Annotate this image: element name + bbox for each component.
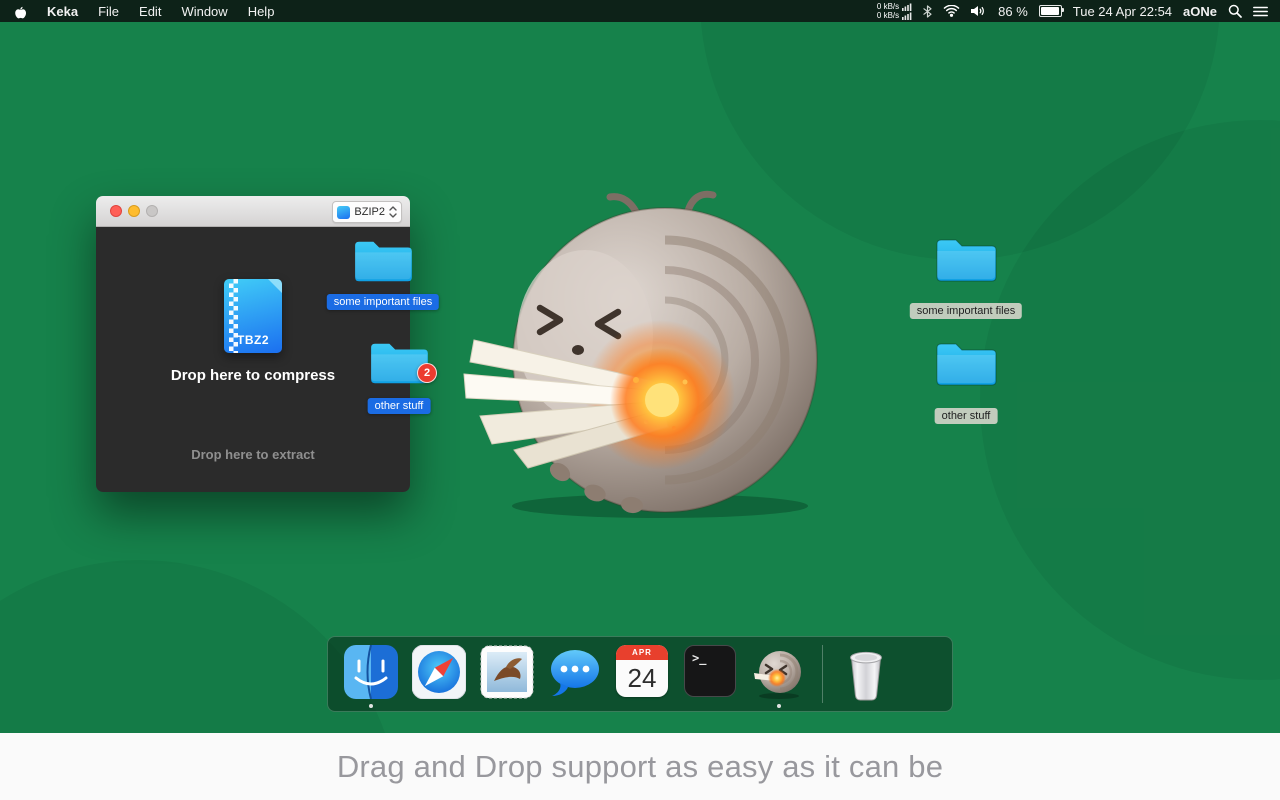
dock-trash-icon[interactable] bbox=[839, 645, 893, 701]
desktop-folder-some-important-files[interactable] bbox=[934, 234, 998, 291]
desktop-folder-other-stuff[interactable] bbox=[934, 338, 998, 395]
menu-edit[interactable]: Edit bbox=[139, 4, 161, 19]
format-dropdown[interactable]: BZIP2 bbox=[332, 201, 402, 223]
dock-keka-icon[interactable] bbox=[752, 645, 806, 708]
spotlight-search-icon[interactable] bbox=[1228, 4, 1242, 18]
battery-fill bbox=[1040, 7, 1059, 15]
menu-bar: Keka File Edit Window Help 0 kB/s 0 kB/s bbox=[0, 0, 1280, 22]
close-button[interactable] bbox=[110, 205, 122, 217]
dock: APR 24 >_ bbox=[327, 636, 953, 712]
dock-mail-icon[interactable] bbox=[480, 645, 534, 699]
running-indicator bbox=[369, 704, 373, 708]
wifi-icon[interactable] bbox=[943, 5, 960, 17]
menu-clock[interactable]: Tue 24 Apr 22:54 bbox=[1073, 4, 1172, 19]
running-indicator bbox=[777, 704, 781, 708]
dock-finder-icon[interactable] bbox=[344, 645, 398, 708]
network-monitor[interactable]: 0 kB/s 0 kB/s bbox=[876, 1, 912, 20]
net-up-bars-icon bbox=[902, 3, 912, 11]
format-value: BZIP2 bbox=[354, 206, 385, 218]
calendar-day: 24 bbox=[627, 663, 657, 693]
zoom-button bbox=[146, 205, 158, 217]
app-menu-keka[interactable]: Keka bbox=[47, 4, 78, 19]
folder-icon bbox=[355, 241, 412, 282]
format-file-icon bbox=[337, 205, 351, 219]
calendar-month: APR bbox=[616, 645, 668, 660]
apple-menu-icon[interactable] bbox=[14, 4, 27, 19]
drag-count-badge: 2 bbox=[417, 363, 437, 383]
window-titlebar[interactable]: BZIP2 bbox=[96, 196, 410, 227]
desktop: Keka File Edit Window Help 0 kB/s 0 kB/s bbox=[0, 0, 1280, 800]
menu-window[interactable]: Window bbox=[181, 4, 227, 19]
minimize-button[interactable] bbox=[128, 205, 140, 217]
desktop-folder-label: some important files bbox=[909, 303, 1023, 319]
tbz2-file-icon: TBZ2 bbox=[224, 279, 282, 353]
desktop-folder-label: other stuff bbox=[934, 408, 998, 424]
net-down-speed: 0 kB/s bbox=[876, 10, 900, 20]
compress-label: Drop here to compress bbox=[170, 367, 336, 384]
battery-icon[interactable] bbox=[1038, 5, 1064, 17]
caption-bar: Drag and Drop support as easy as it can … bbox=[0, 733, 1280, 800]
dock-terminal-icon[interactable]: >_ bbox=[684, 645, 738, 699]
page-fold bbox=[268, 279, 282, 293]
extract-drop-zone[interactable]: Drop here to extract bbox=[96, 447, 410, 462]
battery-percent: 86 % bbox=[998, 3, 1028, 19]
folder-icon bbox=[936, 239, 997, 282]
menu-file[interactable]: File bbox=[98, 4, 119, 19]
dock-messages-icon[interactable] bbox=[548, 645, 602, 699]
dropdown-chevrons-icon bbox=[389, 206, 397, 218]
dragged-folder-some-important-files[interactable] bbox=[352, 236, 414, 291]
dock-separator bbox=[822, 645, 823, 703]
volume-icon[interactable] bbox=[971, 5, 987, 17]
net-down-bars-icon bbox=[902, 12, 912, 20]
file-type-label: TBZ2 bbox=[237, 333, 269, 347]
dragged-folder-label: some important files bbox=[326, 294, 440, 310]
bluetooth-icon[interactable] bbox=[923, 4, 932, 18]
menu-help[interactable]: Help bbox=[248, 4, 275, 19]
notification-center-icon[interactable] bbox=[1253, 6, 1268, 17]
terminal-prompt: >_ bbox=[692, 651, 707, 665]
user-menu[interactable]: aONe bbox=[1183, 4, 1217, 19]
keka-mascot-illustration bbox=[463, 190, 818, 518]
dock-calendar-icon[interactable]: APR 24 bbox=[616, 645, 670, 699]
dock-safari-icon[interactable] bbox=[412, 645, 466, 699]
net-up-speed: 0 kB/s bbox=[876, 1, 900, 11]
dragged-folder-label: other stuff bbox=[367, 398, 431, 414]
caption-text: Drag and Drop support as easy as it can … bbox=[336, 748, 944, 784]
folder-icon bbox=[936, 343, 997, 386]
